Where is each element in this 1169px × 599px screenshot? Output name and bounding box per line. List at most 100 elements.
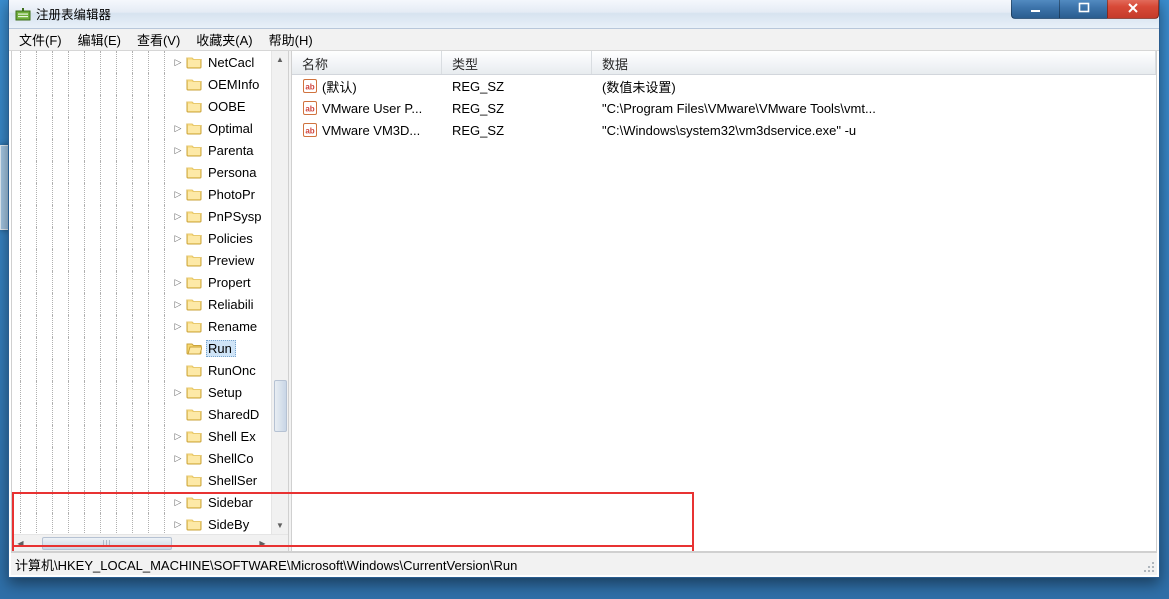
expander-icon[interactable]: ▷ xyxy=(172,56,184,68)
folder-icon xyxy=(186,165,202,179)
expander-icon[interactable] xyxy=(172,78,184,90)
folder-icon xyxy=(186,143,202,157)
expander-icon[interactable]: ▷ xyxy=(172,452,184,464)
expander-icon[interactable]: ▷ xyxy=(172,276,184,288)
list-row[interactable]: abVMware VM3D...REG_SZ"C:\Windows\system… xyxy=(292,119,1156,141)
value-name: (默认) xyxy=(322,77,357,96)
tree-item[interactable]: ▷Setup xyxy=(12,381,271,403)
tree-horizontal-scrollbar[interactable]: ◀ ▶ xyxy=(12,534,288,551)
value-type: REG_SZ xyxy=(442,79,592,94)
expander-icon[interactable] xyxy=(172,474,184,486)
menu-edit[interactable]: 编辑(E) xyxy=(70,28,129,51)
expander-icon[interactable]: ▷ xyxy=(172,386,184,398)
folder-icon xyxy=(186,407,202,421)
tree-item[interactable]: OEMInfo xyxy=(12,73,271,95)
expander-icon[interactable]: ▷ xyxy=(172,298,184,310)
expander-icon[interactable]: ▷ xyxy=(172,188,184,200)
svg-text:ab: ab xyxy=(305,83,314,92)
tree-vertical-scrollbar[interactable]: ▲ ▼ xyxy=(271,51,288,534)
close-button[interactable] xyxy=(1107,0,1159,19)
scroll-thumb[interactable] xyxy=(274,380,287,432)
resize-grip-icon[interactable] xyxy=(1141,559,1155,573)
folder-icon xyxy=(186,55,202,69)
folder-icon xyxy=(186,341,202,355)
tree-item[interactable]: ▷Parenta xyxy=(12,139,271,161)
folder-icon xyxy=(186,209,202,223)
tree-item[interactable]: ▷ Shell Ex xyxy=(12,425,271,447)
expander-icon[interactable]: ▷ xyxy=(172,210,184,222)
expander-icon[interactable] xyxy=(172,254,184,266)
tree-item[interactable]: ▷PnPSysp xyxy=(12,205,271,227)
tree-item-label: Shell Ex xyxy=(206,428,260,445)
tree-item[interactable]: ▷ShellCo xyxy=(12,447,271,469)
expander-icon[interactable] xyxy=(172,166,184,178)
folder-icon xyxy=(186,385,202,399)
scroll-thumb[interactable] xyxy=(42,537,172,550)
maximize-button[interactable] xyxy=(1059,0,1107,19)
expander-icon[interactable]: ▷ xyxy=(172,232,184,244)
tree-item[interactable]: ▷Rename xyxy=(12,315,271,337)
list-body[interactable]: ab(默认)REG_SZ(数值未设置)abVMware User P...REG… xyxy=(292,75,1156,551)
folder-icon xyxy=(186,517,202,531)
folder-icon xyxy=(186,429,202,443)
scroll-down[interactable]: ▼ xyxy=(272,517,288,534)
expander-icon[interactable]: ▷ xyxy=(172,518,184,530)
tree-item[interactable]: ▷Optimal xyxy=(12,117,271,139)
tree-item[interactable]: ▷NetCacl xyxy=(12,51,271,73)
value-data: (数值未设置) xyxy=(592,77,1156,96)
regedit-window: 注册表编辑器 文件(F) 编辑(E) 查看(V) 收藏夹(A) 帮助(H) ▷N… xyxy=(8,0,1160,578)
expander-icon[interactable] xyxy=(172,342,184,354)
expander-icon[interactable]: ▷ xyxy=(172,320,184,332)
scroll-right[interactable]: ▶ xyxy=(254,535,271,551)
tree-item[interactable]: Run xyxy=(12,337,271,359)
value-type: REG_SZ xyxy=(442,101,592,116)
tree-item[interactable]: ▷Propert xyxy=(12,271,271,293)
list-row[interactable]: abVMware User P...REG_SZ"C:\Program File… xyxy=(292,97,1156,119)
scroll-corner xyxy=(271,535,288,551)
tree-item-label: Sidebar xyxy=(206,494,257,511)
titlebar[interactable]: 注册表编辑器 xyxy=(9,0,1159,29)
tree-item[interactable]: SharedD xyxy=(12,403,271,425)
tree-item-label: Run xyxy=(206,340,236,357)
folder-icon xyxy=(186,187,202,201)
tree-item-label: Reliabili xyxy=(206,296,258,313)
minimize-button[interactable] xyxy=(1011,0,1059,19)
scroll-up[interactable]: ▲ xyxy=(272,51,288,68)
menu-file[interactable]: 文件(F) xyxy=(11,28,70,51)
menu-help[interactable]: 帮助(H) xyxy=(261,28,321,51)
tree-item[interactable]: ▷SideBy xyxy=(12,513,271,534)
tree-item[interactable]: ShellSer xyxy=(12,469,271,491)
svg-text:ab: ab xyxy=(305,105,314,114)
list-row[interactable]: ab (默认) REG_SZ(数值未设置) xyxy=(292,75,1156,97)
expander-icon[interactable]: ▷ xyxy=(172,144,184,156)
scroll-left[interactable]: ◀ xyxy=(12,535,29,551)
list-header: 名称 类型 数据 xyxy=(292,51,1156,75)
value-data: "C:\Program Files\VMware\VMware Tools\vm… xyxy=(592,101,1156,116)
window-title: 注册表编辑器 xyxy=(36,4,111,23)
column-name[interactable]: 名称 xyxy=(292,51,442,74)
folder-icon xyxy=(186,451,202,465)
tree-item[interactable]: ▷ Reliabili xyxy=(12,293,271,315)
menu-view[interactable]: 查看(V) xyxy=(129,28,188,51)
expander-icon[interactable]: ▷ xyxy=(172,122,184,134)
folder-icon xyxy=(186,495,202,509)
expander-icon[interactable] xyxy=(172,408,184,420)
tree-item[interactable]: ▷ Policies xyxy=(12,227,271,249)
tree-item-label: Policies xyxy=(206,230,257,247)
expander-icon[interactable] xyxy=(172,364,184,376)
column-data[interactable]: 数据 xyxy=(592,51,1156,74)
value-type: REG_SZ xyxy=(442,123,592,138)
tree-item[interactable]: RunOnc xyxy=(12,359,271,381)
tree-item[interactable]: Persona xyxy=(12,161,271,183)
tree-item[interactable]: ▷ Sidebar xyxy=(12,491,271,513)
expander-icon[interactable]: ▷ xyxy=(172,430,184,442)
value-name: VMware VM3D... xyxy=(322,123,420,138)
tree-item[interactable]: Preview xyxy=(12,249,271,271)
tree-item[interactable]: ▷PhotoPr xyxy=(12,183,271,205)
column-type[interactable]: 类型 xyxy=(442,51,592,74)
expander-icon[interactable] xyxy=(172,100,184,112)
menu-favorites[interactable]: 收藏夹(A) xyxy=(188,28,260,51)
tree-item[interactable]: OOBE xyxy=(12,95,271,117)
tree-list[interactable]: ▷NetCaclOEMInfoOOBE▷Optimal▷ParentaPerso… xyxy=(12,51,271,534)
expander-icon[interactable]: ▷ xyxy=(172,496,184,508)
